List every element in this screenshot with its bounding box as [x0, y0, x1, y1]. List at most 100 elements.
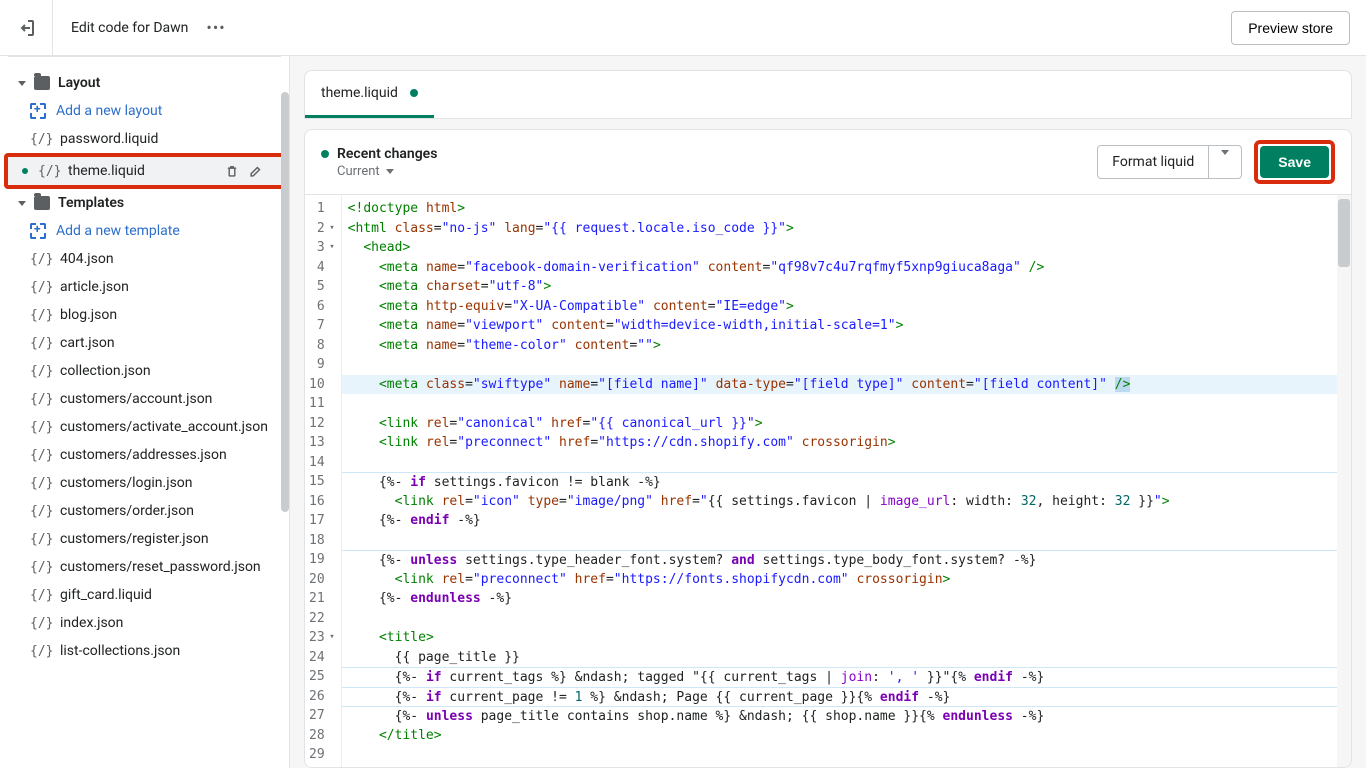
code-line[interactable]: </title>: [342, 726, 1351, 746]
code-line[interactable]: <link rel="preconnect" href="https://cdn…: [342, 433, 1351, 453]
file-item[interactable]: {/}password.liquid: [0, 125, 289, 153]
code-line[interactable]: {%- if current_page != 1 %} &ndash; Page…: [342, 687, 1351, 707]
line-number: 1: [309, 199, 333, 219]
file-name: customers/account.json: [60, 391, 212, 407]
code-file-icon: {/}: [30, 308, 50, 323]
code-line[interactable]: [342, 531, 1351, 551]
file-item[interactable]: {/}customers/register.json: [0, 525, 289, 553]
code-line[interactable]: {%- endif -%}: [342, 511, 1351, 531]
code-line[interactable]: <meta charset="utf-8">: [342, 277, 1351, 297]
line-number: 20: [309, 570, 333, 590]
line-number: 12: [309, 414, 333, 434]
code-line[interactable]: <meta name="facebook-domain-verification…: [342, 258, 1351, 278]
line-gutter: 12▾3▾4567891011121314151617181920212223▾…: [305, 195, 342, 767]
fold-icon[interactable]: ▾: [329, 238, 334, 258]
code-line[interactable]: [342, 355, 1351, 375]
code-line[interactable]: <link rel="canonical" href="{{ canonical…: [342, 414, 1351, 434]
code-line[interactable]: {%- if settings.favicon != blank -%}: [342, 472, 1351, 492]
file-name: gift_card.liquid: [60, 587, 152, 603]
file-item[interactable]: {/}cart.json: [0, 329, 289, 357]
code-line[interactable]: {%- endunless -%}: [342, 589, 1351, 609]
file-item[interactable]: {/}list-collections.json: [0, 637, 289, 665]
code-line[interactable]: <!doctype html>: [342, 199, 1351, 219]
code-line[interactable]: [342, 453, 1351, 473]
file-name: collection.json: [60, 363, 151, 379]
line-number: 29: [309, 745, 333, 765]
preview-store-button[interactable]: Preview store: [1231, 11, 1350, 45]
format-liquid-button[interactable]: Format liquid: [1097, 145, 1242, 179]
format-dropdown-icon[interactable]: [1209, 147, 1241, 178]
file-item[interactable]: {/}customers/login.json: [0, 469, 289, 497]
file-item[interactable]: {/}theme.liquid: [8, 157, 281, 185]
code-line[interactable]: [342, 745, 1351, 765]
edit-icon[interactable]: [249, 164, 263, 178]
sidebar-scrollbar[interactable]: [281, 56, 289, 768]
add-new-templates[interactable]: Add a new template: [0, 217, 289, 245]
line-number: 13: [309, 433, 333, 453]
code-file-icon: {/}: [38, 164, 58, 179]
fold-icon[interactable]: ▾: [329, 219, 334, 239]
status-dot-icon: [321, 150, 329, 158]
code-line[interactable]: <meta http-equiv="X-UA-Compatible" conte…: [342, 297, 1351, 317]
code-line[interactable]: <meta class="swiftype" name="[field name…: [342, 375, 1351, 395]
save-button[interactable]: Save: [1260, 146, 1329, 178]
code-line[interactable]: <head>: [342, 238, 1351, 258]
code-line[interactable]: <link rel="icon" type="image/png" href="…: [342, 492, 1351, 512]
line-number: 27: [309, 706, 333, 726]
file-item[interactable]: {/} article.json: [0, 273, 289, 301]
fold-icon[interactable]: ▾: [329, 628, 334, 648]
file-name: 404.json: [60, 251, 114, 267]
file-name: article.json: [60, 279, 129, 295]
code-area[interactable]: <!doctype html><html class="no-js" lang=…: [342, 195, 1351, 767]
line-number: 22: [309, 609, 333, 629]
folder-icon: [34, 76, 50, 90]
file-item[interactable]: {/}gift_card.liquid: [0, 581, 289, 609]
line-number: 18: [309, 531, 333, 551]
code-line[interactable]: <title>: [342, 628, 1351, 648]
code-line[interactable]: {%- unless settings.type_header_font.sys…: [342, 550, 1351, 570]
code-line[interactable]: {{ page_title }}: [342, 648, 1351, 668]
code-editor[interactable]: 12▾3▾4567891011121314151617181920212223▾…: [305, 195, 1351, 767]
version-dropdown[interactable]: Current: [321, 164, 437, 179]
file-item[interactable]: {/}collection.json: [0, 357, 289, 385]
file-name: blog.json: [60, 307, 117, 323]
file-item[interactable]: {/}customers/addresses.json: [0, 441, 289, 469]
exit-icon[interactable]: [16, 18, 36, 38]
line-number: 5: [309, 277, 333, 297]
code-line[interactable]: [342, 609, 1351, 629]
code-file-icon: {/}: [30, 392, 50, 407]
editor-scrollbar[interactable]: [1337, 195, 1351, 767]
line-number: 3▾: [309, 238, 333, 258]
code-line[interactable]: <meta name="theme-color" content="">: [342, 336, 1351, 356]
line-number: 26: [309, 687, 333, 707]
tab-label: theme.liquid: [321, 85, 398, 101]
code-line[interactable]: <link rel="preconnect" href="https://fon…: [342, 570, 1351, 590]
code-line[interactable]: <html class="no-js" lang="{{ request.loc…: [342, 219, 1351, 239]
file-name: customers/login.json: [60, 475, 193, 491]
add-new-layout[interactable]: Add a new layout: [0, 97, 289, 125]
section-header-layout[interactable]: Layout: [0, 69, 289, 97]
chevron-down-icon: [386, 169, 394, 174]
code-file-icon: {/}: [30, 504, 50, 519]
file-item[interactable]: {/}404.json: [0, 245, 289, 273]
tab-theme-liquid[interactable]: theme.liquid: [305, 71, 434, 118]
code-file-icon: {/}: [30, 280, 50, 295]
file-item[interactable]: {/} customers/order.json: [0, 497, 289, 525]
file-name: customers/order.json: [60, 503, 194, 519]
version-label: Current: [337, 164, 380, 179]
more-icon[interactable]: •••: [206, 18, 225, 37]
section-header-templates[interactable]: Templates: [0, 189, 289, 217]
page-title: Edit code for Dawn: [71, 20, 188, 36]
file-item[interactable]: {/}customers/activate_account.json: [0, 413, 289, 441]
file-item[interactable]: {/}customers/reset_password.json: [0, 553, 289, 581]
code-line[interactable]: {%- unless page_title contains shop.name…: [342, 706, 1351, 726]
file-item[interactable]: {/} customers/account.json: [0, 385, 289, 413]
code-line[interactable]: {%- if current_tags %} &ndash; tagged "{…: [342, 667, 1351, 687]
file-name: customers/register.json: [60, 531, 209, 547]
file-item[interactable]: {/} blog.json: [0, 301, 289, 329]
file-item[interactable]: {/}index.json: [0, 609, 289, 637]
code-line[interactable]: [342, 394, 1351, 414]
line-number: 17: [309, 511, 333, 531]
trash-icon[interactable]: [225, 164, 239, 178]
code-line[interactable]: <meta name="viewport" content="width=dev…: [342, 316, 1351, 336]
